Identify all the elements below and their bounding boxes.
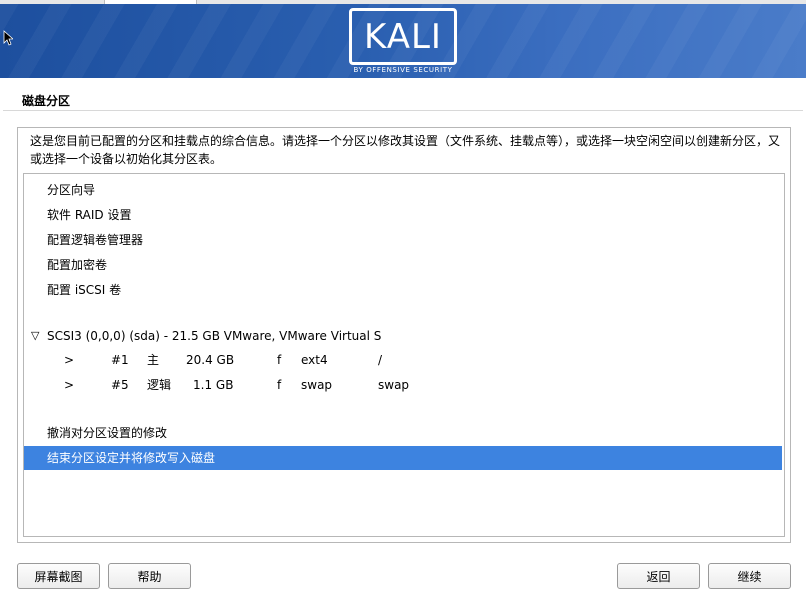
list-item-software-raid[interactable]: 软件 RAID 设置: [24, 203, 782, 227]
partition-number: #5: [111, 378, 129, 392]
continue-button-label: 继续: [737, 569, 762, 584]
list-item-partition-5[interactable]: > #5 逻辑 1.1 GB f swap swap: [24, 373, 782, 397]
title-divider: [3, 110, 803, 111]
partition-type: 逻辑: [147, 378, 172, 392]
list-item-label: 结束分区设定并将修改写入磁盘: [47, 451, 216, 465]
back-button-label: 返回: [646, 569, 671, 584]
list-item-label: 分区向导: [47, 183, 96, 197]
list-item-encrypted-volumes[interactable]: 配置加密卷: [24, 253, 782, 277]
partition-arrow-icon: >: [64, 378, 75, 392]
partition-filesystem: swap: [301, 378, 333, 392]
partition-size: 20.4 GB: [186, 353, 235, 367]
page-description: 这是您目前已配置的分区和挂载点的综合信息。请选择一个分区以修改其设置（文件系统、…: [30, 132, 782, 168]
continue-button[interactable]: 继续: [708, 563, 791, 589]
mouse-pointer-icon: [3, 30, 13, 46]
help-button[interactable]: 帮助: [108, 563, 191, 589]
description-line-1: 这是您目前已配置的分区和挂载点的综合信息。请选择一个分区以修改其设置（文件系统、…: [30, 134, 781, 148]
screenshot-button[interactable]: 屏幕截图: [17, 563, 100, 589]
description-line-2: 或选择一个设备以初始化其分区表。: [30, 152, 223, 166]
page-title: 磁盘分区: [22, 94, 71, 108]
partition-number: #1: [111, 353, 129, 367]
list-item-label: 配置加密卷: [47, 258, 108, 272]
back-button[interactable]: 返回: [617, 563, 700, 589]
partition-type: 主: [147, 353, 160, 367]
partition-format-flag: f: [277, 378, 282, 392]
partition-mount-point: /: [378, 353, 383, 367]
kali-logo-subtitle: BY OFFENSIVE SECURITY: [353, 66, 453, 74]
disk-label: SCSI3 (0,0,0) (sda) - 21.5 GB VMware, VM…: [47, 329, 382, 343]
partition-format-flag: f: [277, 353, 282, 367]
list-item-label: 配置 iSCSI 卷: [47, 283, 122, 297]
list-item-guided-partitioning[interactable]: 分区向导: [24, 178, 782, 202]
list-item-disk-sda[interactable]: ▽ SCSI3 (0,0,0) (sda) - 21.5 GB VMware, …: [24, 324, 782, 348]
list-item-lvm[interactable]: 配置逻辑卷管理器: [24, 228, 782, 252]
list-item-label: 软件 RAID 设置: [47, 208, 132, 222]
list-item-label: 撤消对分区设置的修改: [47, 426, 168, 440]
list-item-label: 配置逻辑卷管理器: [47, 233, 144, 247]
list-item-partition-1[interactable]: > #1 主 20.4 GB f ext4 /: [24, 348, 782, 372]
expand-triangle-icon[interactable]: ▽: [31, 324, 39, 348]
screenshot-button-label: 屏幕截图: [34, 569, 83, 584]
list-item-iscsi[interactable]: 配置 iSCSI 卷: [24, 278, 782, 302]
kali-logo-text: KALI: [364, 16, 442, 57]
help-button-label: 帮助: [137, 569, 162, 584]
kali-logo: KALI: [349, 8, 457, 65]
partition-filesystem: ext4: [301, 353, 328, 367]
window-tab[interactable]: [104, 0, 197, 4]
kali-banner: KALI BY OFFENSIVE SECURITY: [0, 0, 806, 78]
list-item-undo-changes[interactable]: 撤消对分区设置的修改: [24, 421, 782, 445]
partition-size: 1.1 GB: [193, 378, 234, 392]
partition-mount-point: swap: [378, 378, 410, 392]
partition-arrow-icon: >: [64, 353, 75, 367]
list-item-finish-partitioning[interactable]: 结束分区设定并将修改写入磁盘: [24, 446, 782, 470]
